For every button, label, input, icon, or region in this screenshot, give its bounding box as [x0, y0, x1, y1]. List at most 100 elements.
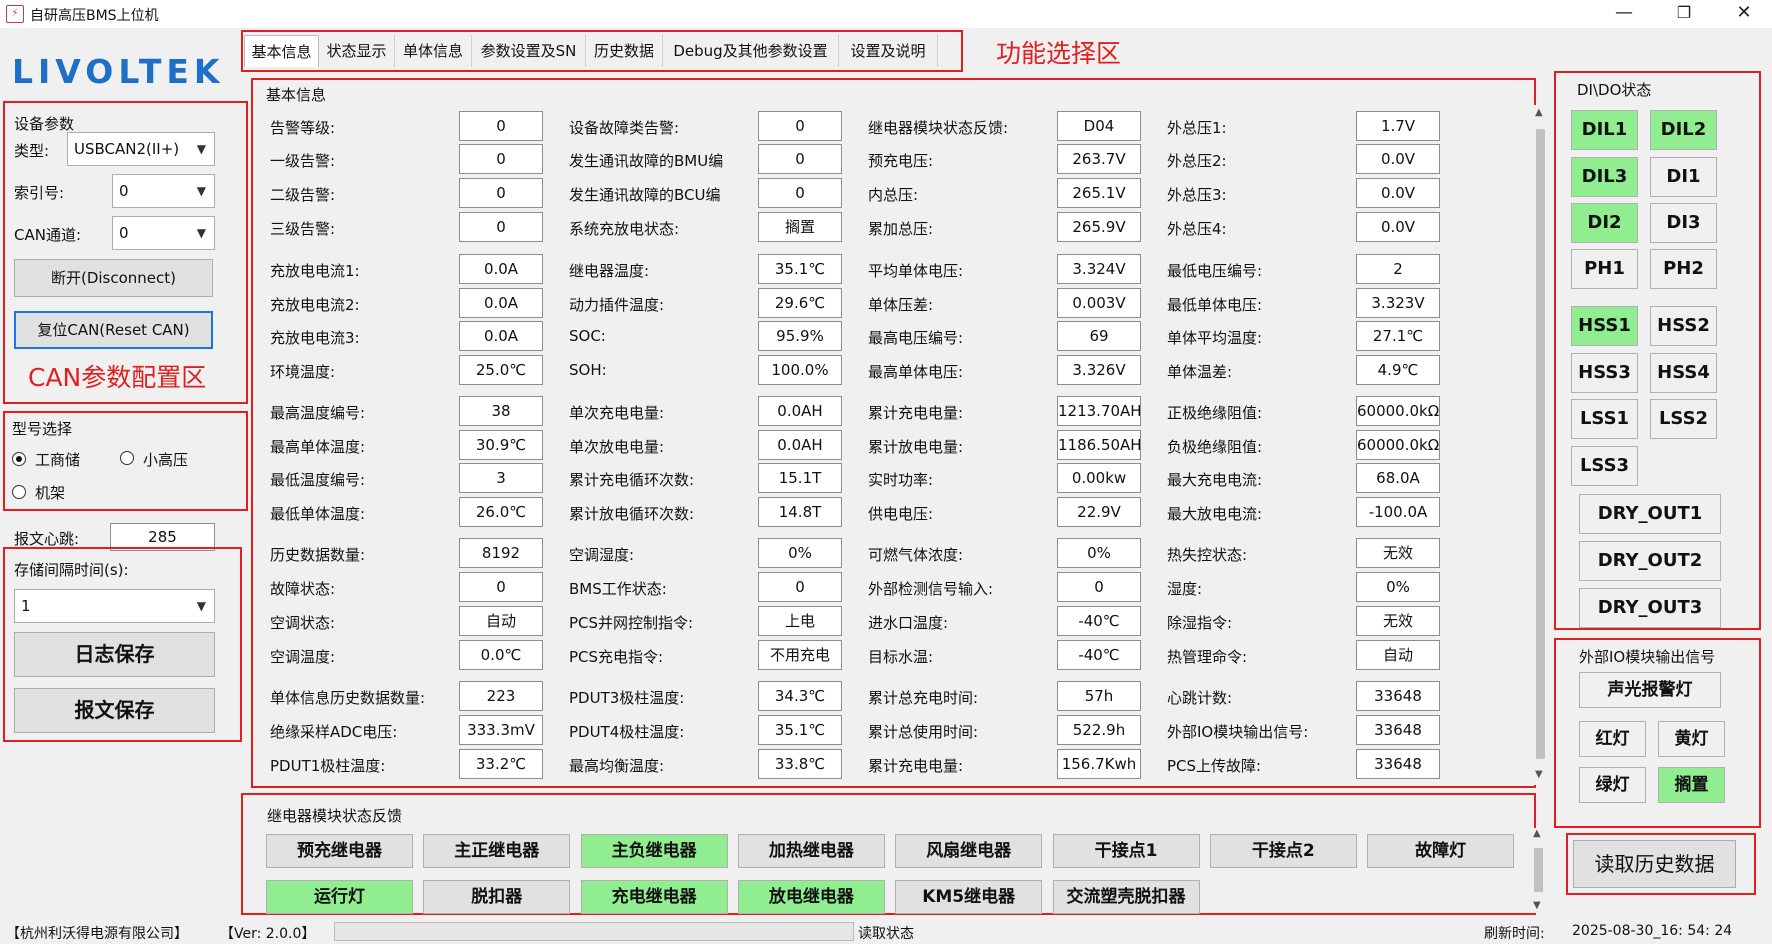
refresh-time-label: 刷新时间: [1484, 926, 1545, 942]
field-value: 265.9V [1057, 212, 1141, 242]
function-area-annotation: 功能选择区 [996, 39, 1122, 68]
radio-gongshangchu-label: 工商储 [35, 451, 81, 469]
field-value: 0.0A [459, 321, 543, 351]
basic-info-scrollbar[interactable]: ▲ ▼ [1532, 105, 1548, 785]
field-label: 最低单体温度: [270, 505, 366, 523]
field-label: 三级告警: [270, 220, 336, 238]
type-select-value: USBCAN2(II+) [74, 140, 180, 158]
disconnect-button[interactable]: 断开(Disconnect) [14, 259, 213, 297]
io-dry-out3: DRY_OUT3 [1579, 588, 1721, 628]
field-label: 设备故障类告警: [569, 119, 680, 137]
extio-item: 声光报警灯 [1579, 672, 1721, 708]
restore-button[interactable]: ❐ [1656, 0, 1712, 28]
minimize-button[interactable]: — [1596, 0, 1652, 28]
tab-1[interactable]: 状态显示 [319, 35, 395, 67]
type-select[interactable]: USBCAN2(II+) ▼ [67, 132, 215, 166]
field-value: 0% [1356, 572, 1440, 602]
field-label: 平均单体电压: [868, 262, 964, 280]
relay-scrollbar[interactable]: ▲ ▼ [1530, 828, 1546, 913]
field-label: 外总压3: [1167, 186, 1227, 204]
field-value: 上电 [758, 606, 842, 636]
field-value: 0 [758, 178, 842, 208]
radio-jijia[interactable] [12, 485, 26, 499]
field-value: 0 [758, 572, 842, 602]
field-label: 累加总压: [868, 220, 934, 238]
index-select-value: 0 [119, 182, 129, 200]
tab-3[interactable]: 参数设置及SN [472, 35, 586, 67]
scroll-up-icon[interactable]: ▲ [1533, 828, 1541, 839]
io-lss1: LSS1 [1571, 399, 1638, 439]
io-hss2: HSS2 [1650, 306, 1717, 346]
message-save-button[interactable]: 报文保存 [14, 688, 215, 733]
field-value: -100.0A [1356, 497, 1440, 527]
radio-gongshangchu[interactable] [12, 452, 26, 466]
field-value: 26.0℃ [459, 497, 543, 527]
field-label: 最高电压编号: [868, 329, 964, 347]
radio-xiaogaoya-label: 小高压 [143, 451, 189, 469]
scroll-down-icon[interactable]: ▼ [1535, 769, 1543, 780]
tab-5[interactable]: Debug及其他参数设置 [663, 35, 839, 67]
field-value: 3.324V [1057, 254, 1141, 284]
field-value: 0.0AH [758, 430, 842, 460]
field-label: 外总压1: [1167, 119, 1227, 137]
scroll-down-icon[interactable]: ▼ [1533, 900, 1541, 911]
reset-can-button[interactable]: 复位CAN(Reset CAN) [14, 311, 213, 349]
field-value: 27.1℃ [1356, 321, 1440, 351]
field-value: 0.0A [459, 254, 543, 284]
radio-xiaogaoya[interactable] [120, 451, 134, 465]
scroll-thumb[interactable] [1536, 129, 1545, 759]
title-bar: ⚡ 自研高压BMS上位机 — ❐ ✕ [0, 0, 1772, 28]
field-value: 35.1℃ [758, 254, 842, 284]
scroll-up-icon[interactable]: ▲ [1535, 107, 1543, 118]
relay-item: 充电继电器 [580, 880, 728, 914]
scroll-thumb[interactable] [1534, 848, 1543, 892]
field-label: 空调温度: [270, 648, 336, 666]
field-value: 搁置 [758, 212, 842, 242]
channel-label: CAN通道: [14, 226, 82, 244]
storage-interval-select[interactable]: 1 ▼ [14, 589, 215, 623]
read-history-button[interactable]: 读取历史数据 [1573, 840, 1736, 888]
field-label: 热管理命令: [1167, 648, 1248, 666]
field-value: 333.3mV [459, 715, 543, 745]
extio-item: 红灯 [1579, 721, 1646, 757]
field-value: 33648 [1356, 715, 1440, 745]
log-save-button[interactable]: 日志保存 [14, 632, 215, 677]
field-value: 60000.0kΩ [1356, 430, 1440, 460]
company-logo: LIVOLTEK [12, 52, 225, 91]
field-value: 3 [459, 463, 543, 493]
field-label: 外部检测信号输入: [868, 580, 994, 598]
app-icon: ⚡ [6, 5, 24, 23]
field-label: 继电器模块状态反馈: [868, 119, 1009, 137]
io-di3: DI3 [1650, 203, 1717, 243]
field-value: 无效 [1356, 538, 1440, 568]
field-label: 单次放电电量: [569, 438, 665, 456]
basic-info-title: 基本信息 [266, 86, 327, 104]
field-label: 目标水温: [868, 648, 934, 666]
field-value: 0 [758, 144, 842, 174]
tab-0[interactable]: 基本信息 [244, 35, 319, 67]
channel-select[interactable]: 0 ▼ [112, 216, 215, 250]
field-label: 二级告警: [270, 186, 336, 204]
field-value: 38 [459, 396, 543, 426]
tab-6[interactable]: 设置及说明 [839, 35, 938, 67]
field-label: 最低单体电压: [1167, 296, 1263, 314]
index-select[interactable]: 0 ▼ [112, 174, 215, 208]
field-label: 动力插件温度: [569, 296, 665, 314]
field-value: 0.0V [1356, 178, 1440, 208]
tab-2[interactable]: 单体信息 [395, 35, 472, 67]
chevron-down-icon: ▼ [196, 599, 206, 613]
field-label: 除湿指令: [1167, 614, 1233, 632]
field-label: 累计充电电量: [868, 757, 964, 775]
field-label: 累计充电电量: [868, 404, 964, 422]
read-status-text: 读取状态 [858, 926, 914, 942]
close-button[interactable]: ✕ [1716, 0, 1772, 28]
field-value: 0.0V [1356, 144, 1440, 174]
io-dil3: DIL3 [1571, 157, 1638, 197]
field-value: 1186.50AH [1057, 430, 1141, 460]
io-hss4: HSS4 [1650, 353, 1717, 393]
field-label: PCS上传故障: [1167, 757, 1262, 775]
model-group-title: 型号选择 [12, 420, 73, 438]
tab-4[interactable]: 历史数据 [586, 35, 663, 67]
field-value: 0.00kw [1057, 463, 1141, 493]
field-value: 0.0AH [758, 396, 842, 426]
